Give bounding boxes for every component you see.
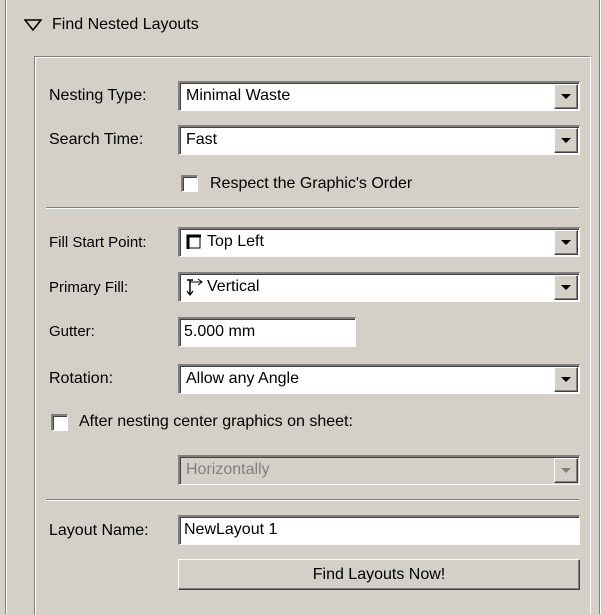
search-time-value: Fast <box>186 131 218 148</box>
chevron-down-icon <box>561 377 571 382</box>
fill-start-point-value: Top Left <box>207 233 264 250</box>
nesting-type-label: Nesting Type: <box>49 87 147 104</box>
chevron-down-icon <box>561 138 571 143</box>
separator <box>46 207 579 209</box>
primary-fill-display: Vertical <box>186 278 259 296</box>
search-time-label: Search Time: <box>49 131 144 148</box>
vertical-fill-arrow-icon <box>186 278 203 296</box>
respect-order-label: Respect the Graphic's Order <box>210 175 413 192</box>
layout-name-label: Layout Name: <box>49 522 149 539</box>
gutter-value: 5.000 mm <box>184 323 256 340</box>
fill-start-point-label: Fill Start Point: <box>49 234 147 251</box>
triangle-down-icon[interactable] <box>24 18 42 32</box>
find-layouts-button[interactable]: Find Layouts Now! <box>178 559 580 590</box>
panel-right-edge <box>590 56 591 614</box>
center-direction-select[interactable]: Horizontally <box>178 455 580 485</box>
rotation-value: Allow any Angle <box>186 370 299 387</box>
center-direction-value: Horizontally <box>186 461 270 478</box>
fill-start-point-dropdown-button[interactable] <box>554 230 578 255</box>
rotation-dropdown-button[interactable] <box>554 367 578 392</box>
separator <box>46 499 579 501</box>
section-title: Find Nested Layouts <box>52 16 199 33</box>
nesting-type-value: Minimal Waste <box>186 87 291 104</box>
outer-frame-highlight <box>6 0 7 614</box>
rotation-select[interactable]: Allow any Angle <box>178 364 580 394</box>
fill-start-point-display: Top Left <box>186 233 264 251</box>
chevron-down-icon <box>561 240 571 245</box>
chevron-down-icon <box>561 285 571 290</box>
gutter-input[interactable]: 5.000 mm <box>178 317 356 347</box>
center-graphics-label: After nesting center graphics on sheet: <box>79 413 353 430</box>
top-left-corner-icon <box>186 234 201 249</box>
nesting-type-select[interactable]: Minimal Waste <box>178 81 580 111</box>
search-time-select[interactable]: Fast <box>178 125 580 155</box>
layout-name-value: NewLayout 1 <box>184 521 278 538</box>
primary-fill-dropdown-button[interactable] <box>554 275 578 300</box>
center-direction-dropdown-button[interactable] <box>554 458 578 483</box>
primary-fill-label: Primary Fill: <box>49 279 129 296</box>
rotation-label: Rotation: <box>49 370 114 387</box>
nesting-type-dropdown-button[interactable] <box>554 84 578 109</box>
primary-fill-select[interactable]: Vertical <box>178 272 580 302</box>
center-graphics-checkbox[interactable] <box>51 414 68 431</box>
respect-order-checkbox[interactable] <box>181 175 198 192</box>
gutter-label: Gutter: <box>49 323 95 340</box>
outer-frame-right-highlight <box>600 0 601 614</box>
primary-fill-value: Vertical <box>207 278 260 295</box>
section-header[interactable]: Find Nested Layouts <box>24 14 199 36</box>
search-time-dropdown-button[interactable] <box>554 128 578 153</box>
fill-start-point-select[interactable]: Top Left <box>178 227 580 257</box>
layout-name-input[interactable]: NewLayout 1 <box>178 515 580 545</box>
chevron-down-icon <box>561 94 571 99</box>
chevron-down-icon <box>561 468 571 473</box>
